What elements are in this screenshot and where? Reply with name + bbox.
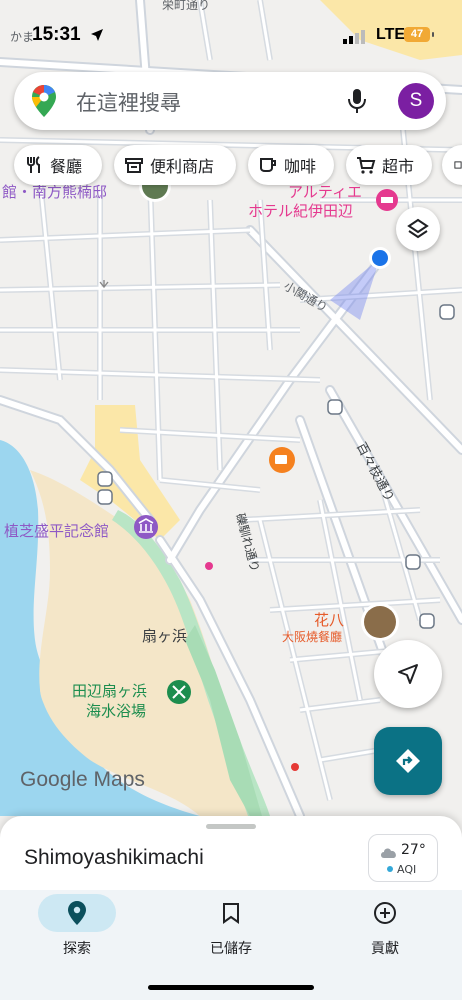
chip-supermarket[interactable]: 超市	[346, 145, 432, 185]
store-icon	[125, 158, 143, 173]
map-label-hotel-2[interactable]: ホテル紀伊田辺	[248, 200, 353, 221]
coffee-icon	[260, 158, 276, 172]
carrier-label: LTE	[376, 26, 406, 43]
map-label-top-street: 栄町通り	[162, 0, 211, 12]
nav-saved[interactable]: 已儲存	[171, 894, 291, 958]
bus-stop-icon	[327, 399, 343, 415]
fork-knife-icon	[27, 156, 40, 173]
my-location-button[interactable]	[374, 640, 442, 708]
search-bar[interactable]: 在這裡搜尋 S	[14, 72, 446, 130]
battery-icon: 47	[404, 27, 434, 42]
hotel-icon	[454, 161, 462, 169]
nav-label: 探索	[63, 941, 91, 957]
weather-badge[interactable]: 27° AQI	[368, 834, 438, 882]
poi-dot	[205, 562, 213, 570]
account-avatar[interactable]: S	[398, 83, 434, 119]
directions-icon	[396, 749, 420, 773]
search-input[interactable]: 在這裡搜尋	[76, 87, 181, 117]
map-label-ougigahama: 扇ヶ浜	[142, 627, 188, 645]
chip-label: 咖啡	[284, 157, 317, 176]
microphone-icon[interactable]	[347, 88, 367, 114]
status-bar: 15:31 LTE 47	[0, 20, 462, 54]
bottom-sheet[interactable]: Shimoyashikimachi 27° AQI	[0, 816, 462, 896]
location-arrow-icon	[91, 29, 103, 41]
bus-stop-icon	[97, 489, 113, 505]
nav-label: 貢獻	[371, 941, 399, 957]
sheet-handle[interactable]	[206, 824, 256, 829]
aqi-label: AQI	[397, 863, 417, 876]
chip-label: 超市	[382, 157, 415, 176]
poi-dot-2	[291, 763, 299, 771]
cart-icon	[357, 157, 376, 174]
bottom-navigation: 探索 已儲存 貢獻	[0, 890, 462, 1000]
bus-stop-icon	[405, 554, 421, 570]
aqi-dot	[387, 866, 393, 872]
add-circle-icon	[374, 902, 396, 924]
bus-stop-icon	[439, 304, 455, 320]
nav-explore[interactable]: 探索	[17, 894, 137, 958]
map-label-hanahachi[interactable]: 花八	[314, 609, 344, 630]
status-time: 15:31	[32, 24, 81, 45]
layers-icon	[407, 218, 429, 239]
chip-convenience-store[interactable]: 便利商店	[114, 145, 236, 185]
bus-stop-icon	[419, 613, 435, 629]
bookmark-icon	[223, 903, 239, 924]
chip-restaurants[interactable]: 餐廳	[14, 145, 102, 185]
chip-label: 便利商店	[150, 157, 215, 176]
signal-icon	[343, 30, 365, 44]
navigation-arrow-icon	[398, 664, 418, 684]
map-label-beach-1[interactable]: 田辺扇ヶ浜	[72, 680, 147, 701]
map-label-ueshiba[interactable]: 植芝盛平記念館	[4, 520, 109, 541]
nav-contribute[interactable]: 貢獻	[325, 894, 445, 958]
place-name: Shimoyashikimachi	[24, 846, 204, 869]
bus-stop-icon	[97, 471, 113, 487]
chip-label: 餐廳	[50, 157, 83, 176]
google-maps-pin-icon	[32, 85, 56, 117]
cloud-icon	[381, 848, 396, 858]
nav-label: 已儲存	[210, 941, 252, 957]
directions-button[interactable]	[374, 727, 442, 795]
map-label-beach-2[interactable]: 海水浴場	[86, 700, 146, 721]
chip-coffee[interactable]: 咖啡	[248, 145, 334, 185]
layers-button[interactable]	[396, 207, 440, 251]
explore-pin-icon	[68, 901, 86, 925]
temperature: 27°	[401, 842, 426, 858]
map-label-hanahachi-sub: 大阪燒餐廳	[282, 630, 343, 644]
home-indicator	[148, 985, 314, 990]
google-maps-logo: Google Maps	[20, 768, 145, 791]
